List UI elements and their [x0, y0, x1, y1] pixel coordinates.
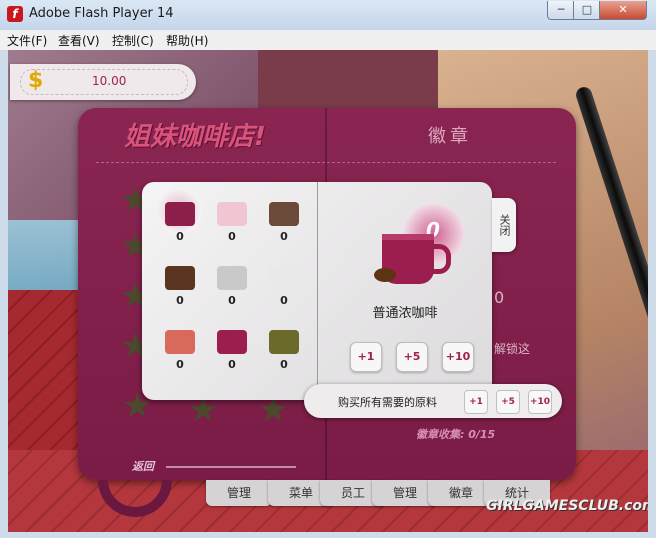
- menu-bar: 文件(F) 查看(V) 控制(C) 帮助(H): [0, 30, 656, 51]
- tab-manage[interactable]: 管理: [206, 480, 272, 506]
- buy-all-1-button[interactable]: +1: [464, 390, 488, 414]
- buy-all-label: 购买所有需要的原料: [338, 396, 437, 409]
- partial-badge-count: 0: [494, 288, 505, 307]
- badges-heading: 徽章: [428, 126, 472, 147]
- buy-all-5-button[interactable]: +5: [496, 390, 520, 414]
- game-viewport[interactable]: $ 10.00 姐妹咖啡店! 徽章 0 解锁这 ★ ★ ★ ★ ★ ★ ★ 徽章…: [8, 50, 648, 532]
- ingredient-slot[interactable]: 0: [262, 330, 306, 371]
- minimize-button[interactable]: ─: [547, 1, 575, 20]
- ingredient-slot[interactable]: 0: [158, 330, 202, 371]
- site-watermark: GIRLGAMESCLUB.com: [486, 498, 648, 514]
- close-panel-tab[interactable]: 关闭: [492, 198, 516, 252]
- coffee-milk-icon: [269, 202, 299, 226]
- sugar-icon: [217, 266, 247, 290]
- coffee-beans-cup-icon: [217, 330, 247, 354]
- menu-file[interactable]: 文件(F): [7, 32, 47, 49]
- cream-icon: [269, 266, 299, 290]
- chocolate-icon: [165, 266, 195, 290]
- selected-item-name: 普通浓咖啡: [372, 306, 438, 321]
- money-bar: $ 10.00: [10, 64, 196, 100]
- coin-icon: $: [28, 68, 44, 93]
- add-10-button[interactable]: +10: [442, 342, 474, 372]
- money-value: 10.00: [92, 74, 127, 88]
- badge-collection-count: 徽章收集: 0/15: [416, 428, 496, 441]
- buy-all-bar: 购买所有需要的原料 +1 +5 +10: [304, 384, 562, 418]
- flash-app-icon: f: [7, 6, 23, 22]
- kiwi-icon: [269, 330, 299, 354]
- back-button-label[interactable]: 返回: [132, 458, 154, 474]
- add-5-button[interactable]: +5: [396, 342, 428, 372]
- ingredient-slot[interactable]: 0: [158, 266, 202, 307]
- coffee-beans-icon: [374, 268, 396, 282]
- ingredient-panel: 0 0 0 0 0 0 0 0 0 0 普通浓咖啡 +1 +5 +10: [142, 182, 492, 400]
- coffee-cup-icon: [165, 202, 195, 226]
- menu-help[interactable]: 帮助(H): [166, 32, 208, 49]
- menu-control[interactable]: 控制(C): [112, 32, 154, 49]
- close-window-button[interactable]: ✕: [599, 1, 647, 20]
- menu-view[interactable]: 查看(V): [58, 32, 100, 49]
- window-title: Adobe Flash Player 14: [29, 6, 174, 21]
- syrup-glasses-icon: [165, 330, 195, 354]
- milk-glass-icon: [217, 202, 247, 226]
- add-1-button[interactable]: +1: [350, 342, 382, 372]
- ingredient-slot[interactable]: 0: [210, 202, 254, 243]
- maximize-button[interactable]: □: [573, 1, 601, 20]
- ingredient-slot[interactable]: 0: [262, 266, 306, 307]
- ingredient-slot[interactable]: 0: [210, 266, 254, 307]
- buy-all-10-button[interactable]: +10: [528, 390, 552, 414]
- book-title: 姐妹咖啡店!: [124, 122, 266, 152]
- ingredient-slot[interactable]: 0: [262, 202, 306, 243]
- ingredient-slot[interactable]: 0: [158, 202, 202, 243]
- ingredient-slot[interactable]: 0: [210, 330, 254, 371]
- partial-unlock-text: 解锁这: [494, 342, 531, 356]
